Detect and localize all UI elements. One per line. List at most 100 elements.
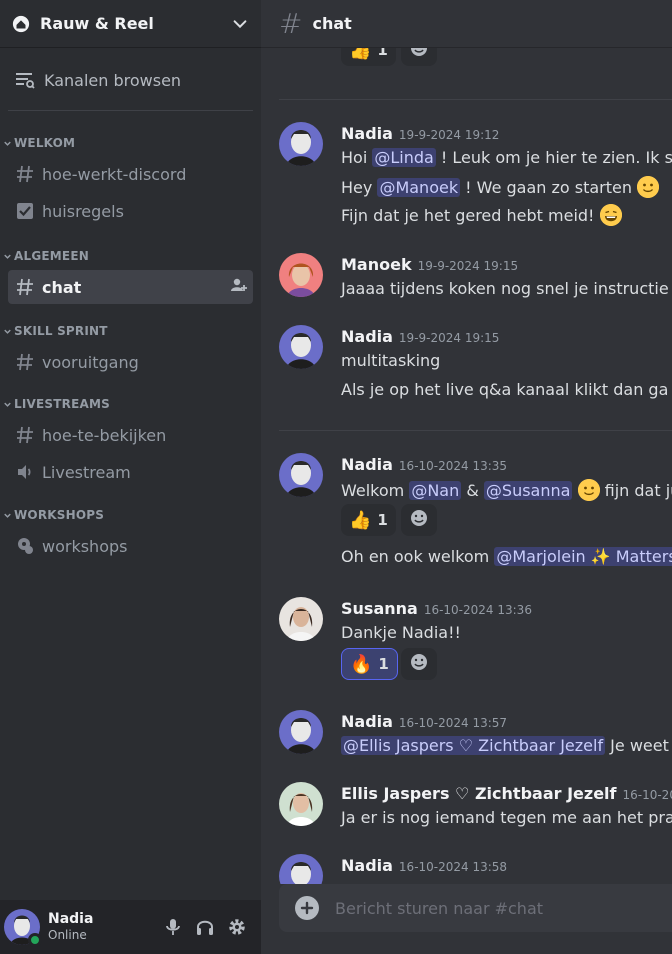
avatar[interactable] [279,597,323,641]
server-header[interactable]: Rauw & Reel [0,0,261,48]
channel-label: hoe-te-bekijken [42,425,167,445]
category-algemeen[interactable]: ALGEMEEN [0,246,261,266]
add-reaction-button[interactable] [401,648,437,680]
message-composer [279,884,672,932]
message-author[interactable]: Nadia [341,455,393,474]
category-label: WORKSHOPS [14,508,105,522]
message-author[interactable]: Ellis Jaspers ♡ Zichtbaar Jezelf [341,784,616,803]
add-attachment-icon[interactable] [295,896,319,920]
user-mention[interactable]: @Marjolein ✨ Matters [494,547,672,566]
message-input[interactable] [335,898,635,918]
thumbs-up-emoji: 👍 [349,509,372,531]
category-workshops[interactable]: WORKSHOPS [0,505,261,525]
stage-icon [14,535,36,557]
channel-header: # chat [261,0,672,48]
hash-icon [14,351,36,373]
category-skill-sprint[interactable]: SKILL SPRINT [0,321,261,341]
hash-icon [14,163,36,185]
message-timestamp: 16-10-2024 13 [622,788,672,802]
user-mention[interactable]: @Ellis Jaspers ♡ Zichtbaar Jezelf [341,736,606,755]
message-text: Dankje Nadia!! [341,623,461,642]
add-reaction-button[interactable] [401,48,437,66]
channel-hoe-werkt-discord[interactable]: hoe-werkt-discord [8,157,253,191]
settings-gear-icon[interactable] [221,911,253,943]
avatar[interactable] [279,782,323,826]
avatar[interactable] [279,253,323,297]
reaction-thumbs-up[interactable]: 👍 1 [341,504,396,536]
reaction-thumbs-up[interactable]: 👍 1 [341,48,396,66]
channel-label: workshops [42,536,128,556]
user-panel: Nadia Online [0,900,261,954]
message-timestamp: 16-10-2024 13:36 [423,603,532,617]
message-text: Welkom @Nan & @Susanna fijn dat jull [341,479,672,501]
online-status-dot [28,933,42,947]
chevron-down-icon [4,141,11,146]
channel-label: chat [42,277,82,297]
chevron-down-icon [4,402,11,407]
fire-emoji: 🔥 [350,653,373,675]
message-timestamp: 19-9-2024 19:15 [398,331,500,345]
message-author[interactable]: Nadia [341,327,393,346]
message-text: Fijn dat je het gered hebt meid! [341,204,622,226]
channel-sidebar: Rauw & Reel Kanalen browsen WELKOM hoe-w… [0,0,261,954]
channel-chat[interactable]: chat [8,270,253,304]
message-text: @Ellis Jaspers ♡ Zichtbaar Jezelf Je wee… [341,736,672,755]
channel-livestream[interactable]: Livestream [8,455,253,489]
user-mention[interactable]: @Susanna [483,481,573,500]
slightly-smiling-emoji [577,479,600,501]
smiley-icon [410,509,428,531]
chevron-down-icon [4,254,11,259]
message-text: Jaaaa tijdens koken nog snel je instruct… [341,279,672,298]
avatar[interactable] [279,854,323,884]
chevron-down-icon [4,329,11,334]
channel-label: vooruitgang [42,352,139,372]
message-author[interactable]: Manoek [341,255,412,274]
user-status: Online [48,928,87,942]
add-reaction-button[interactable] [401,504,437,536]
browse-list-icon [16,73,35,89]
category-livestreams[interactable]: LIVESTREAMS [0,394,261,414]
message-text: Hoi @Linda ! Leuk om je hier te zien. Ik… [341,148,672,167]
user-mention[interactable]: @Linda [372,148,436,167]
user-mention[interactable]: @Manoek [377,178,461,197]
avatar[interactable] [279,325,323,369]
category-label: ALGEMEEN [14,249,89,263]
message-author[interactable]: Susanna [341,599,418,618]
message-author[interactable]: Nadia [341,712,393,731]
message-text: Als je op het live q&a kanaal klikt dan … [341,380,672,399]
user-mention[interactable]: @Nan [409,481,462,500]
channel-label: hoe-werkt-discord [42,164,187,184]
browse-channels-button[interactable]: Kanalen browsen [8,62,253,98]
server-home-icon [12,15,30,32]
avatar[interactable] [279,710,323,754]
microphone-icon[interactable] [157,911,189,943]
message-timestamp: 16-10-2024 13:57 [398,716,508,730]
avatar[interactable] [4,909,42,947]
message-text: Oh en ook welkom @Marjolein ✨ Matters [341,547,672,566]
message-timestamp: 16-10-2024 13:35 [398,459,508,473]
slightly-smiling-emoji [637,176,660,198]
category-label: WELKOM [14,136,76,150]
channel-huisregels[interactable]: huisregels [8,194,253,228]
reaction-fire[interactable]: 🔥 1 [341,648,398,680]
smiley-icon [410,48,428,61]
channel-workshops[interactable]: workshops [8,529,253,563]
sidebar-divider [8,110,253,111]
grinning-emoji [599,204,622,226]
reaction-count: 1 [377,511,388,529]
headphones-icon[interactable] [189,911,221,943]
message-timestamp: 19-9-2024 19:12 [398,128,500,142]
chevron-down-icon[interactable] [231,15,249,33]
hash-icon [14,276,36,298]
category-welkom[interactable]: WELKOM [0,133,261,153]
add-member-icon[interactable] [229,276,247,298]
hash-icon [14,424,36,446]
avatar[interactable] [279,453,323,497]
message-author[interactable]: Nadia [341,124,393,143]
channel-label: huisregels [42,201,124,221]
channel-vooruitgang[interactable]: vooruitgang [8,345,253,379]
message-author[interactable]: Nadia [341,856,393,875]
reaction-count: 1 [377,48,388,59]
channel-hoe-te-bekijken[interactable]: hoe-te-bekijken [8,418,253,452]
avatar[interactable] [279,122,323,166]
